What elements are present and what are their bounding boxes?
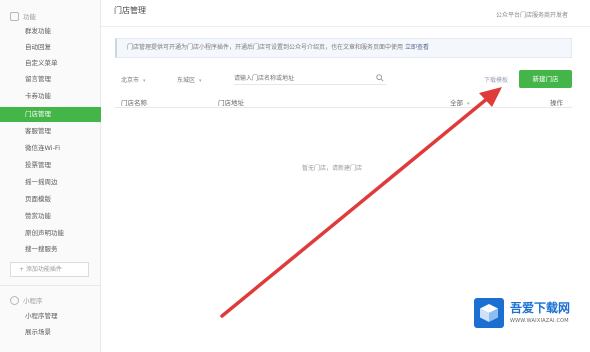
chevron-down-icon: ▾ — [467, 101, 470, 107]
sidebar-item-broadcast[interactable]: 群发功能 — [0, 24, 101, 39]
sidebar-item-original-declaration[interactable]: 原创声明功能 — [0, 226, 101, 241]
info-notice: 门店管理提供可开通为门店小程序插件，开通后门店可设置到公众号介绍页，也在文章和服… — [115, 38, 572, 58]
sidebar-item-reward[interactable]: 赞赏功能 — [0, 209, 101, 224]
watermark-title: 吾爱下载网 — [510, 301, 571, 315]
chevron-down-icon: ▾ — [143, 78, 146, 84]
add-store-button[interactable]: 新建门店 — [519, 70, 572, 88]
column-actions: 操作 — [550, 99, 563, 107]
sidebar-section-miniprogram: 小程序 — [10, 295, 43, 305]
add-plugin-button[interactable]: + 添加功能插件 — [10, 262, 89, 277]
sidebar-item-shake[interactable]: 摇一摇周边 — [0, 175, 101, 190]
sidebar-item-search[interactable]: 搜一搜服务 — [0, 242, 101, 257]
status-filter[interactable]: 全部 ▾ — [450, 97, 470, 107]
province-value: 北京市 — [121, 77, 140, 84]
sidebar-item-comments[interactable]: 留言管理 — [0, 72, 101, 87]
search-input[interactable] — [234, 73, 374, 84]
table-header: 门店名称 门店地址 全部 ▾ 操作 — [115, 94, 572, 108]
sidebar-item-display-scene[interactable]: 展示场景 — [0, 325, 101, 340]
sidebar-item-store-management[interactable]: 门店管理 — [0, 107, 101, 122]
search-box — [234, 73, 386, 85]
sidebar-section-label: 功能 — [23, 13, 36, 21]
cube-icon — [480, 304, 498, 322]
function-icon — [10, 11, 19, 21]
chevron-down-icon: ▾ — [199, 78, 202, 84]
sidebar-item-custom-menu[interactable]: 自定义菜单 — [0, 56, 101, 71]
sidebar-item-auto-reply[interactable]: 自动回复 — [0, 40, 101, 55]
sidebar-item-wifi[interactable]: 微信连Wi-Fi — [0, 141, 101, 156]
download-template-link[interactable]: 下载模板 — [484, 75, 508, 84]
sidebar: 功能 群发功能 自动回复 自定义菜单 留言管理 卡券功能 门店管理 客服管理 微… — [0, 0, 101, 352]
column-store-address: 门店地址 — [218, 99, 244, 107]
empty-state-text: 暂无门店，请新建门店 — [302, 165, 363, 172]
sidebar-section-label: 小程序 — [23, 297, 43, 305]
page-title: 门店管理 — [114, 6, 146, 15]
column-store-name: 门店名称 — [121, 99, 147, 107]
notice-link[interactable]: 立即查看 — [405, 44, 429, 51]
district-select[interactable]: 东城区 ▾ — [177, 75, 202, 84]
arrow-shaft — [220, 96, 490, 318]
sidebar-item-page-templates[interactable]: 页面模版 — [0, 192, 101, 207]
province-select[interactable]: 北京市 ▾ — [121, 75, 146, 84]
sidebar-item-cards[interactable]: 卡券功能 — [0, 89, 101, 104]
watermark: 吾爱下载网 WWW.WAIXIAZAI.COM — [474, 296, 584, 338]
watermark-url: WWW.WAIXIAZAI.COM — [510, 318, 569, 324]
sidebar-item-voting[interactable]: 投票管理 — [0, 158, 101, 173]
sidebar-divider — [0, 285, 101, 286]
notice-text: 门店管理提供可开通为门店小程序插件，开通后门店可设置到公众号介绍页，也在文章和服… — [127, 44, 404, 51]
search-icon[interactable] — [376, 74, 384, 82]
status-filter-label: 全部 — [450, 99, 463, 107]
sidebar-item-customer-service[interactable]: 客服管理 — [0, 124, 101, 139]
watermark-logo — [474, 298, 504, 328]
sidebar-item-miniprogram-management[interactable]: 小程序管理 — [0, 309, 101, 324]
district-value: 东城区 — [177, 77, 196, 84]
miniprogram-icon — [10, 295, 19, 305]
divider — [101, 26, 590, 27]
developer-link[interactable]: 公众平台门店服务商开发者 — [496, 10, 568, 19]
sidebar-section-functions: 功能 — [10, 11, 36, 21]
